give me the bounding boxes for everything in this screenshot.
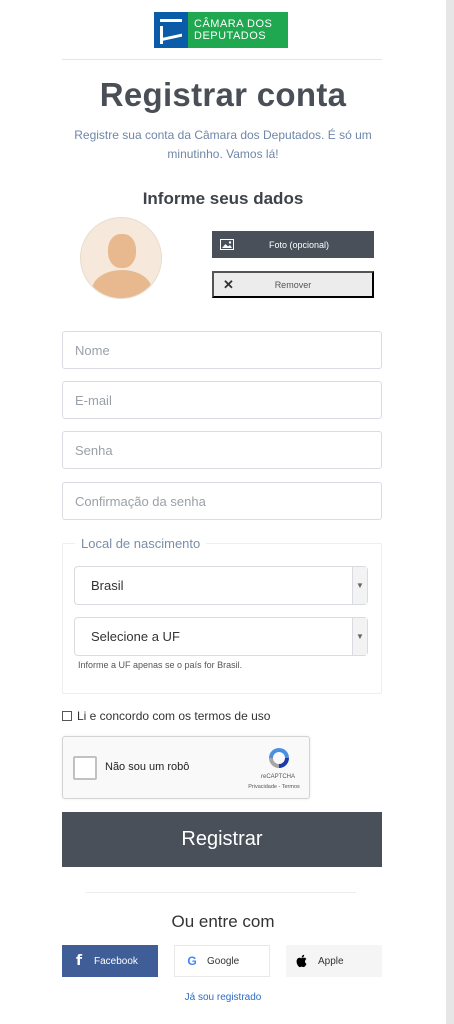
scrollbar-gutter <box>446 0 454 1024</box>
email-field[interactable]: E-mail <box>62 381 382 419</box>
facebook-icon: f <box>75 953 83 969</box>
password-placeholder: Senha <box>75 442 113 458</box>
upload-photo-label: Foto (opcional) <box>268 239 330 250</box>
logo-line1: CÂMARA DOS <box>194 18 273 30</box>
password-confirm-field[interactable]: Confirmação da senha <box>62 482 382 520</box>
register-button[interactable]: Registrar <box>62 812 382 867</box>
facebook-login-button[interactable]: f Facebook <box>62 945 158 977</box>
divider <box>86 892 356 893</box>
image-icon <box>220 239 234 250</box>
recaptcha-widget: Não sou um robô reCAPTCHA Privacidade - … <box>62 736 310 799</box>
email-placeholder: E-mail <box>75 392 112 408</box>
camara-logo[interactable]: CÂMARA DOS DEPUTADOS <box>154 12 288 48</box>
camara-emblem-icon <box>154 12 188 48</box>
apple-icon <box>296 954 307 968</box>
remove-photo-label: Remover <box>274 279 312 290</box>
uf-value: Selecione a UF <box>91 629 180 644</box>
google-icon: G <box>187 954 197 968</box>
upload-photo-button[interactable]: Foto (opcional) <box>212 231 374 258</box>
apple-label: Apple <box>318 955 344 967</box>
name-field[interactable]: Nome <box>62 331 382 369</box>
uf-select[interactable]: Selecione a UF ▼ <box>74 617 368 656</box>
google-label: Google <box>207 955 240 967</box>
terms-label: Li e concordo com os termos de uso <box>77 709 271 723</box>
name-placeholder: Nome <box>75 342 110 358</box>
close-icon: ✕ <box>223 276 234 292</box>
avatar <box>80 217 162 299</box>
recaptcha-brand: reCAPTCHA <box>260 774 295 780</box>
country-value: Brasil <box>91 578 124 593</box>
recaptcha-links[interactable]: Privacidade - Termos <box>239 784 309 790</box>
remove-photo-button[interactable]: ✕ Remover <box>212 271 374 298</box>
chevron-down-icon: ▼ <box>352 618 367 655</box>
uf-hint: Informe a UF apenas se o país for Brasil… <box>78 660 243 670</box>
recaptcha-icon <box>269 748 289 768</box>
or-login-title: Ou entre com <box>171 912 275 931</box>
password-confirm-placeholder: Confirmação da senha <box>75 493 206 509</box>
logo-text: CÂMARA DOS DEPUTADOS <box>188 18 272 42</box>
register-page: CÂMARA DOS DEPUTADOS Registrar conta Reg… <box>0 0 446 1024</box>
google-login-button[interactable]: G Google <box>174 945 270 977</box>
page-title: Registrar conta <box>99 76 347 113</box>
recaptcha-checkbox[interactable] <box>73 756 97 780</box>
terms-checkbox[interactable] <box>62 711 72 721</box>
chevron-down-icon: ▼ <box>352 567 367 604</box>
page-subtitle: Registre sua conta da Câmara dos Deputad… <box>74 128 372 161</box>
facebook-label: Facebook <box>94 955 138 967</box>
birthplace-legend: Local de nascimento <box>75 536 207 551</box>
country-select[interactable]: Brasil ▼ <box>74 566 368 605</box>
section-title: Informe seus dados <box>142 189 304 208</box>
password-field[interactable]: Senha <box>62 431 382 469</box>
apple-login-button[interactable]: Apple <box>286 945 382 977</box>
terms-checkbox-row[interactable]: Li e concordo com os termos de uso <box>62 709 270 723</box>
recaptcha-label: Não sou um robô <box>105 761 190 773</box>
already-registered-link[interactable]: Já sou registrado <box>0 992 446 1003</box>
logo-line2: DEPUTADOS <box>194 30 267 42</box>
divider <box>62 59 382 60</box>
